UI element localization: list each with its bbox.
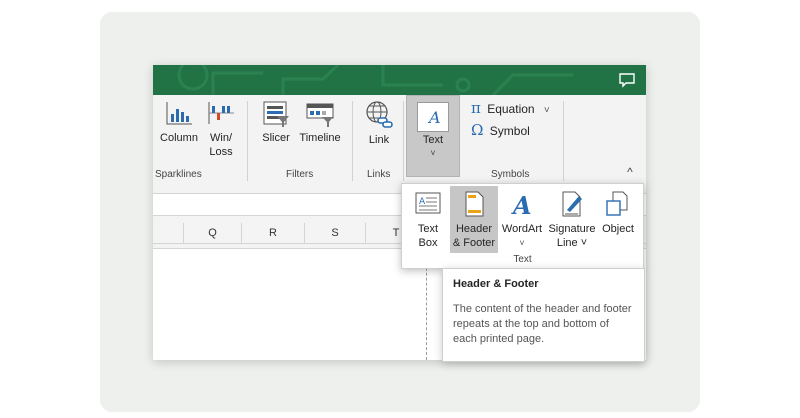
- link-label: Link: [368, 134, 390, 146]
- equation-label: Equation: [487, 102, 535, 116]
- sparkline-winloss-button[interactable]: Win/ Loss: [203, 100, 239, 159]
- column-label: Column: [160, 132, 198, 144]
- text-icon: A: [417, 102, 449, 132]
- winloss-label-2: Loss: [209, 146, 233, 158]
- omega-icon: Ω: [471, 121, 484, 139]
- svg-text:A: A: [427, 108, 441, 127]
- header-footer-icon: [465, 191, 484, 217]
- title-bar: [153, 65, 646, 95]
- equation-chevron-icon: ˅: [543, 105, 550, 116]
- text-box-label-2: Box: [418, 237, 438, 249]
- winloss-sparkline-icon: [208, 102, 234, 124]
- sparkline-column-button[interactable]: Column: [157, 100, 201, 145]
- header-footer-tooltip: Header & Footer The content of the heade…: [442, 268, 645, 362]
- comment-icon[interactable]: [618, 72, 636, 88]
- signature-line-label-1: Signature: [548, 223, 596, 235]
- text-dropdown: A Text Box Header & Footer A WordArt ˅ S…: [401, 183, 644, 269]
- wordart-label: WordArt: [501, 223, 543, 235]
- symbol-label: Symbol: [489, 124, 530, 138]
- symbols-group-label: Symbols: [491, 169, 530, 180]
- winloss-label-1: Win/: [210, 132, 232, 144]
- collapse-ribbon-icon[interactable]: ^: [623, 165, 637, 179]
- object-button[interactable]: Object: [598, 186, 638, 253]
- slicer-button[interactable]: Slicer: [257, 100, 295, 145]
- tooltip-description: The content of the header and footer rep…: [453, 303, 632, 345]
- tooltip-title: Header & Footer: [453, 278, 539, 290]
- slicer-label: Slicer: [262, 132, 290, 144]
- column-header-q[interactable]: Q: [184, 223, 242, 243]
- equation-button[interactable]: π Equation ˅: [471, 99, 561, 117]
- slicer-icon: [263, 101, 289, 127]
- link-globe-icon: [366, 101, 393, 128]
- column-header-partial[interactable]: [153, 223, 184, 243]
- text-box-button[interactable]: A Text Box: [406, 186, 450, 253]
- timeline-icon: [306, 103, 334, 127]
- sparklines-group-label: Sparklines: [155, 169, 202, 180]
- signature-line-icon: [562, 191, 582, 217]
- link-button[interactable]: Link: [359, 100, 399, 147]
- links-group-label: Links: [367, 169, 391, 180]
- text-button[interactable]: A Text ˅: [406, 95, 460, 177]
- object-icon: [606, 191, 628, 216]
- object-label: Object: [602, 223, 634, 235]
- timeline-label: Timeline: [299, 132, 341, 144]
- text-group-label: Text: [513, 254, 532, 265]
- text-box-label-1: Text: [417, 223, 439, 235]
- group-divider: [352, 101, 353, 181]
- signature-line-button[interactable]: Signature Line ˅: [546, 186, 598, 253]
- timeline-button[interactable]: Timeline: [296, 100, 344, 145]
- filters-group-label: Filters: [286, 169, 314, 180]
- text-box-icon: A: [415, 192, 441, 214]
- column-header-s[interactable]: S: [305, 223, 366, 243]
- column-sparkline-icon: [166, 102, 192, 125]
- header-footer-button[interactable]: Header & Footer: [450, 186, 498, 253]
- title-bar-pattern: [177, 65, 573, 95]
- header-footer-label-2: & Footer: [452, 237, 496, 249]
- text-chevron-icon: ˅: [430, 148, 436, 158]
- text-button-label: Text: [422, 134, 444, 146]
- signature-line-label-2: Line ˅: [556, 237, 588, 249]
- symbol-button[interactable]: Ω Symbol: [471, 121, 551, 139]
- svg-text:A: A: [511, 191, 532, 218]
- group-divider: [403, 101, 404, 181]
- group-divider: [563, 101, 564, 181]
- wordart-button[interactable]: A WordArt ˅: [499, 186, 545, 253]
- group-divider: [247, 101, 248, 181]
- pi-icon: π: [471, 99, 481, 117]
- wordart-chevron-icon: ˅: [519, 238, 525, 248]
- column-header-r[interactable]: R: [242, 223, 305, 243]
- header-footer-label-1: Header: [455, 223, 493, 235]
- wordart-icon: A: [511, 191, 532, 218]
